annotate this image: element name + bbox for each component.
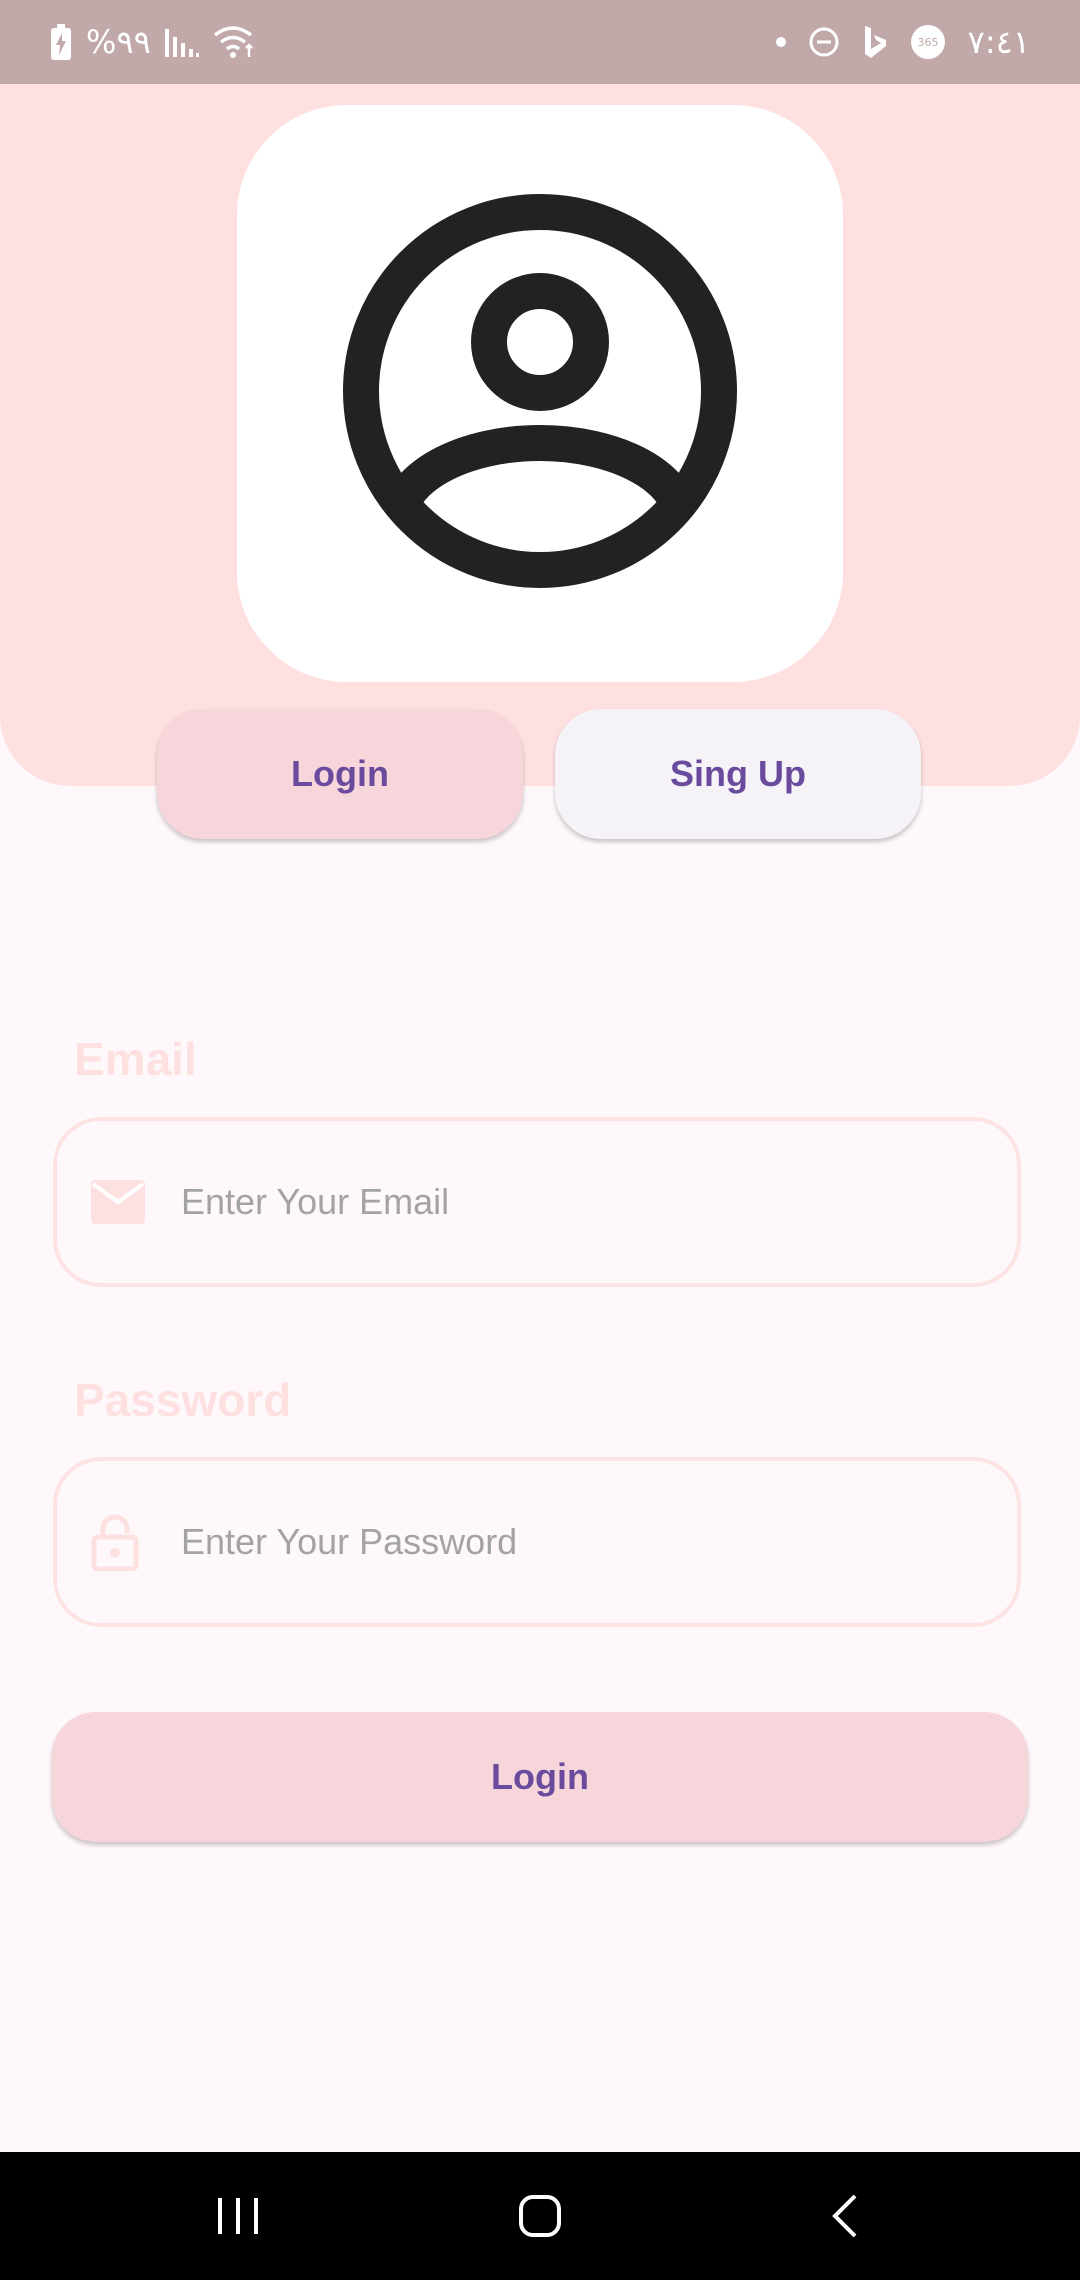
- tab-sign-up[interactable]: Sing Up: [555, 709, 921, 839]
- status-left: %٩٩: [50, 0, 255, 84]
- mail-icon: [91, 1121, 145, 1283]
- password-field[interactable]: [53, 1457, 1021, 1627]
- status-time: ٧:٤١: [967, 23, 1030, 61]
- tab-login[interactable]: Login: [157, 709, 523, 839]
- wifi-icon: [213, 25, 255, 59]
- back-icon[interactable]: [774, 2152, 914, 2280]
- svg-text:365: 365: [917, 36, 938, 49]
- lock-icon: [91, 1461, 139, 1623]
- login-button[interactable]: Login: [52, 1712, 1028, 1842]
- battery-percentage: %٩٩: [86, 23, 151, 61]
- bing-icon: [862, 25, 888, 59]
- email-input[interactable]: [181, 1121, 981, 1283]
- recents-icon[interactable]: [168, 2152, 308, 2280]
- avatar-card: [237, 105, 843, 682]
- signal-icon: [164, 27, 199, 57]
- status-right: 365 ٧:٤١: [775, 0, 1030, 84]
- home-icon[interactable]: [470, 2152, 610, 2280]
- password-label: Password: [74, 1374, 292, 1426]
- office365-icon: 365: [910, 24, 946, 60]
- navigation-bar: [0, 2152, 1080, 2280]
- status-bar: %٩٩ 365 ٧:٤١: [0, 0, 1080, 84]
- battery-charging-icon: [50, 24, 72, 60]
- email-field[interactable]: [53, 1117, 1021, 1287]
- email-label: Email: [74, 1033, 197, 1085]
- account-circle-icon: [343, 194, 737, 593]
- dot-icon: [775, 37, 786, 47]
- do-not-disturb-icon: [808, 26, 840, 58]
- password-input[interactable]: [181, 1461, 981, 1623]
